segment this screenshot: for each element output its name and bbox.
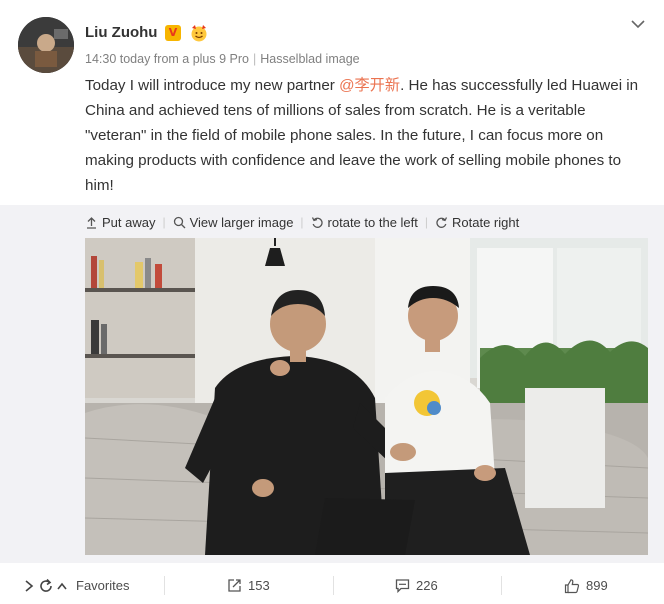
post-meta: 14:30 today from a plus 9 Pro | Hasselblad… — [85, 52, 360, 66]
chevron-up-icon — [57, 582, 67, 589]
put-away-label: Put away — [102, 214, 156, 230]
like-icon — [564, 578, 580, 593]
post-text: Today I will introduce my new partner @李… — [85, 73, 650, 198]
rotate-left-button[interactable]: rotate to the left — [311, 215, 418, 230]
view-larger-label: View larger image — [189, 214, 294, 230]
like-count: 899 — [586, 578, 608, 593]
like-button[interactable]: 899 — [564, 567, 608, 604]
rotate-left-label: rotate to the left — [327, 214, 418, 230]
media-panel: Put away | View larger image | rotate to… — [0, 205, 664, 563]
post-photo[interactable] — [85, 238, 648, 555]
refresh-icon — [40, 578, 52, 592]
chevron-right-icon — [25, 579, 34, 592]
rotate-left-icon — [311, 216, 323, 228]
view-larger-button[interactable]: View larger image — [173, 214, 294, 230]
author-name[interactable]: Liu Zuohu — [85, 24, 157, 41]
media-toolbar: Put away | View larger image | rotate to… — [85, 210, 519, 234]
post-text-before: Today I will introduce my new partner — [85, 77, 340, 94]
post-header: Liu Zuohu V 14:30 today from a plus 9 Pr… — [0, 0, 664, 205]
comment-count: 226 — [416, 578, 438, 593]
mention-link[interactable]: @李开新 — [339, 77, 400, 94]
search-icon — [173, 216, 186, 228]
meta-separator: | — [252, 52, 257, 66]
toolbar-separator: | — [300, 215, 304, 229]
put-away-button[interactable]: Put away — [85, 215, 155, 230]
post-source[interactable]: Hasselblad image — [260, 52, 359, 66]
favorites-button[interactable]: Favorites — [24, 567, 129, 604]
fan-emoji-icon[interactable] — [190, 24, 208, 42]
action-divider — [333, 576, 334, 595]
avatar[interactable] — [18, 17, 74, 73]
rotate-right-button[interactable]: Rotate right — [435, 215, 519, 230]
repost-button[interactable]: 153 — [227, 567, 270, 604]
put-away-icon — [87, 216, 96, 229]
action-bar: Favorites 153 226 899 — [0, 567, 664, 604]
action-divider — [501, 576, 502, 595]
action-divider — [164, 576, 165, 595]
vip-v-icon[interactable]: V — [165, 25, 181, 41]
toolbar-separator: | — [424, 215, 429, 229]
repost-icon — [228, 579, 241, 592]
rotate-right-label: Rotate right — [452, 214, 520, 230]
repost-count: 153 — [248, 578, 270, 593]
toolbar-separator: | — [162, 215, 166, 229]
comment-button[interactable]: 226 — [395, 567, 438, 604]
comment-icon — [395, 579, 410, 593]
post-time[interactable]: 14:30 today from a plus 9 Pro — [85, 52, 249, 66]
rotate-right-icon — [436, 216, 448, 228]
chevron-down-icon[interactable] — [628, 14, 648, 34]
favorites-label: Favorites — [76, 578, 130, 593]
post-text-after: . He has successfully led Huawei in Chin… — [85, 77, 639, 194]
vip-badge-label: V — [168, 26, 178, 39]
